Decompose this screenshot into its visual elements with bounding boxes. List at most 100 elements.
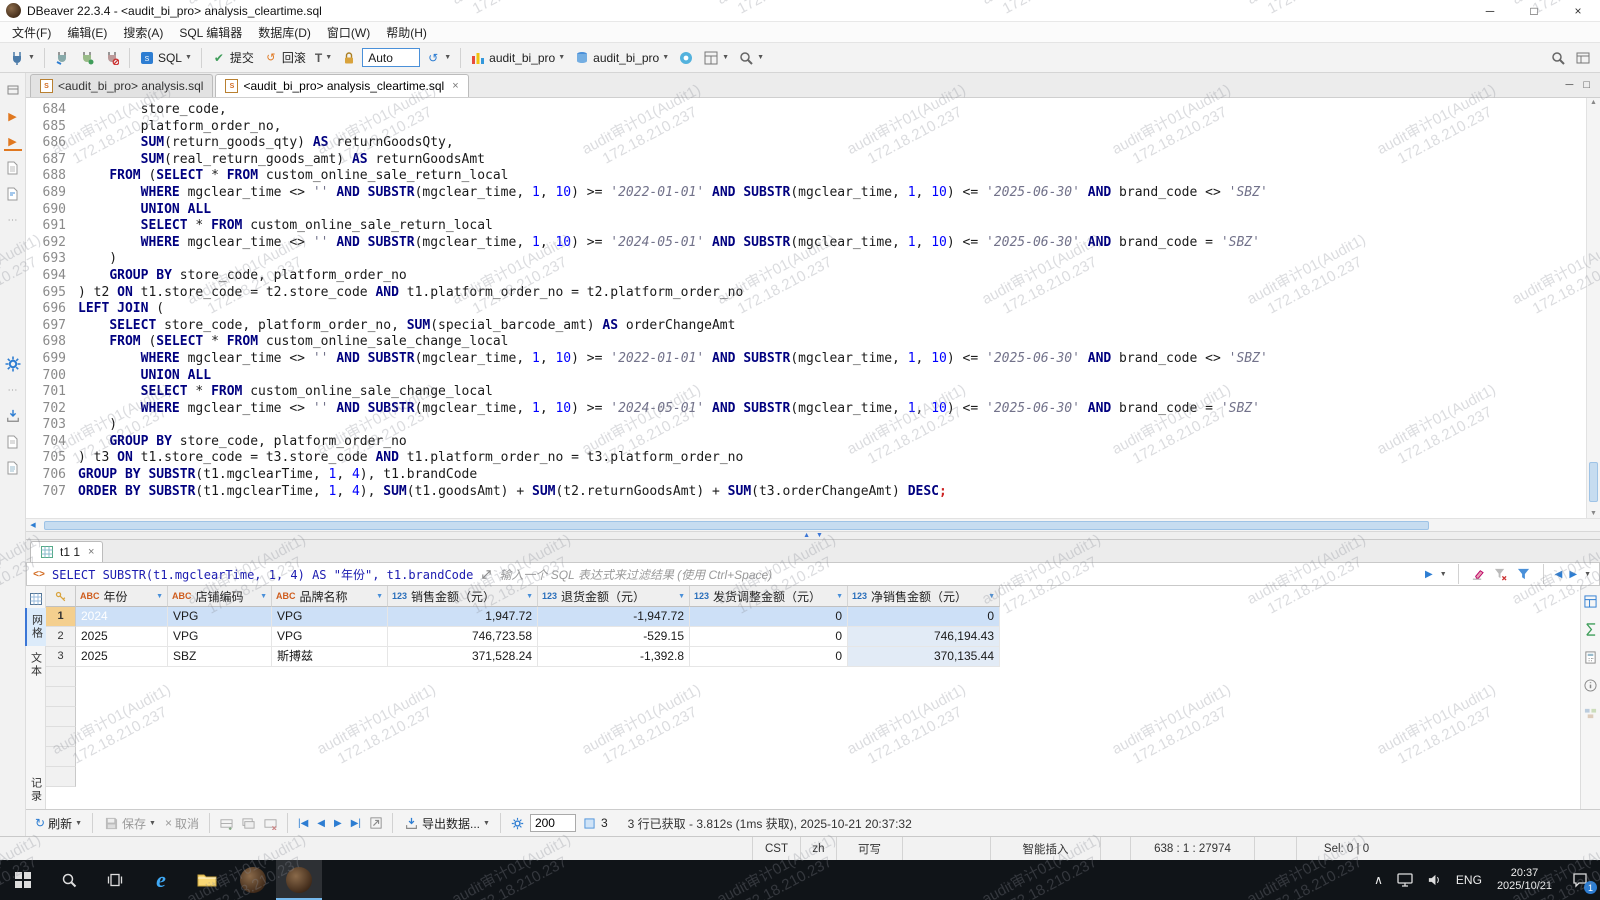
cell[interactable]: 0 bbox=[690, 627, 848, 647]
code-line[interactable]: SUM(return_goods_qty) AS returnGoodsQty, bbox=[78, 135, 1586, 152]
language-indicator[interactable]: ENG bbox=[1449, 860, 1489, 900]
more-icon[interactable]: ⋯ bbox=[4, 381, 22, 399]
close-button[interactable]: × bbox=[1556, 0, 1600, 21]
line-number[interactable]: 703 bbox=[26, 417, 78, 434]
menu-item-0[interactable]: 文件(F) bbox=[4, 22, 59, 43]
cell[interactable]: -529.15 bbox=[538, 627, 690, 647]
splitter-up-icon[interactable]: ▲ bbox=[803, 532, 810, 539]
minimize-button[interactable]: ─ bbox=[1468, 0, 1512, 21]
code-line[interactable]: UNION ALL bbox=[78, 202, 1586, 219]
column-header-1[interactable]: ABC店铺编码▼ bbox=[168, 586, 272, 607]
database-selector[interactable]: audit_bi_pro ▼ bbox=[466, 47, 569, 69]
file-explorer-icon[interactable] bbox=[184, 860, 230, 900]
line-number[interactable]: 697 bbox=[26, 318, 78, 335]
script-templates-icon[interactable] bbox=[4, 185, 22, 203]
cell[interactable]: 2025 bbox=[76, 627, 168, 647]
row-number[interactable]: 1 bbox=[46, 607, 76, 627]
new-connection-button[interactable]: ▼ bbox=[5, 47, 39, 69]
code-line[interactable]: ORDER BY SUBSTR(t1.mgclearTime, 1, 4), S… bbox=[78, 484, 1586, 501]
code-line[interactable]: SUM(real_return_goods_amt) AS returnGood… bbox=[78, 152, 1586, 169]
cell[interactable]: 746,723.58 bbox=[388, 627, 538, 647]
cell[interactable]: 1,947.72 bbox=[388, 607, 538, 627]
line-number[interactable]: 685 bbox=[26, 119, 78, 136]
code-line[interactable]: GROUP BY SUBSTR(t1.mgclearTime, 1, 4), t… bbox=[78, 467, 1586, 484]
vertical-scroll-thumb[interactable] bbox=[1589, 462, 1598, 502]
quick-search-button[interactable] bbox=[1546, 47, 1570, 69]
start-button[interactable] bbox=[0, 860, 46, 900]
task-view-icon[interactable] bbox=[92, 860, 138, 900]
record-mode-toggle[interactable]: 记录 bbox=[26, 771, 46, 809]
row-number[interactable]: 2 bbox=[46, 627, 76, 647]
dbeaver-taskbar-icon[interactable] bbox=[230, 860, 276, 900]
perspective-button[interactable] bbox=[1571, 47, 1595, 69]
code-line[interactable]: GROUP BY store_code, platform_order_no bbox=[78, 434, 1586, 451]
line-number[interactable]: 684 bbox=[26, 102, 78, 119]
expand-filter-icon[interactable] bbox=[478, 566, 494, 582]
cell[interactable]: 0 bbox=[690, 607, 848, 627]
explain-plan-icon[interactable] bbox=[4, 159, 22, 177]
line-number[interactable]: 707 bbox=[26, 484, 78, 501]
more-icon[interactable]: ⋯ bbox=[4, 211, 22, 229]
line-number[interactable]: 686 bbox=[26, 135, 78, 152]
filter-sql-text[interactable]: SELECT SUBSTR(t1.mgclearTime, 1, 4) AS "… bbox=[52, 566, 473, 583]
line-number[interactable]: 700 bbox=[26, 368, 78, 385]
grouping-panel-icon[interactable] bbox=[1582, 704, 1600, 722]
menu-item-5[interactable]: 窗口(W) bbox=[319, 22, 378, 43]
line-number[interactable]: 690 bbox=[26, 202, 78, 219]
results-tab-close-icon[interactable]: × bbox=[88, 546, 94, 558]
line-number[interactable]: 696 bbox=[26, 301, 78, 318]
code-line[interactable]: ) bbox=[78, 417, 1586, 434]
column-dropdown-icon[interactable]: ▼ bbox=[260, 593, 267, 600]
delete-row-icon[interactable] bbox=[261, 815, 280, 832]
line-number[interactable]: 706 bbox=[26, 467, 78, 484]
filters-menu-icon[interactable] bbox=[1516, 566, 1532, 582]
line-number[interactable]: 691 bbox=[26, 218, 78, 235]
code-line[interactable]: SELECT store_code, platform_order_no, SU… bbox=[78, 318, 1586, 335]
line-number[interactable]: 695 bbox=[26, 285, 78, 302]
code-line[interactable]: WHERE mgclear_time <> '' AND SUBSTR(mgcl… bbox=[78, 401, 1586, 418]
splitter-down-icon[interactable]: ▼ bbox=[816, 532, 823, 539]
first-row-button[interactable]: |◀ bbox=[295, 818, 311, 829]
code-line[interactable]: FROM (SELECT * FROM custom_online_sale_c… bbox=[78, 334, 1586, 351]
add-row-icon[interactable] bbox=[217, 815, 236, 832]
code-line[interactable]: platform_order_no, bbox=[78, 119, 1586, 136]
code-line[interactable]: UNION ALL bbox=[78, 368, 1586, 385]
code-line[interactable]: LEFT JOIN ( bbox=[78, 301, 1586, 318]
code-line[interactable]: GROUP BY store_code, platform_order_no bbox=[78, 268, 1586, 285]
filter-back-icon[interactable]: ◀ bbox=[1555, 569, 1563, 580]
cell[interactable]: 746,194.43 bbox=[848, 627, 1000, 647]
previous-row-button[interactable]: ◀ bbox=[314, 818, 328, 829]
column-header-5[interactable]: 123发货调整金额（元）▼ bbox=[690, 586, 848, 607]
cell[interactable]: VPG bbox=[272, 607, 388, 627]
clock[interactable]: 20:37 2025/10/21 bbox=[1489, 867, 1560, 893]
schema-selector[interactable]: audit_bi_pro ▼ bbox=[570, 47, 673, 69]
collapse-panel-icon[interactable] bbox=[4, 81, 22, 99]
volume-icon[interactable] bbox=[1420, 860, 1449, 900]
line-number[interactable]: 688 bbox=[26, 168, 78, 185]
layout-button[interactable]: ▼ bbox=[699, 47, 733, 69]
code-line[interactable]: ) t3 ON t1.store_code = t3.store_code AN… bbox=[78, 450, 1586, 467]
export-result-icon[interactable] bbox=[4, 407, 22, 425]
column-dropdown-icon[interactable]: ▼ bbox=[678, 593, 685, 600]
cancel-button[interactable]: × 取消 bbox=[162, 813, 202, 834]
aggregate-panel-icon[interactable] bbox=[1582, 620, 1600, 638]
presentation-tab-text[interactable]: 文本 bbox=[26, 646, 46, 684]
cell[interactable]: -1,392.8 bbox=[538, 647, 690, 667]
open-connection-button[interactable] bbox=[50, 47, 74, 69]
scroll-up-icon[interactable]: ▲ bbox=[1587, 99, 1600, 106]
code-line[interactable]: WHERE mgclear_time <> '' AND SUBSTR(mgcl… bbox=[78, 351, 1586, 368]
line-number[interactable]: 689 bbox=[26, 185, 78, 202]
menu-item-1[interactable]: 编辑(E) bbox=[59, 22, 115, 43]
export-data-button[interactable]: 导出数据... ▼ bbox=[400, 813, 493, 834]
code-line[interactable]: SELECT * FROM custom_online_sale_change_… bbox=[78, 384, 1586, 401]
cell[interactable]: 2024 bbox=[76, 607, 168, 627]
cell[interactable]: 斯搏兹 bbox=[272, 647, 388, 667]
navigator-sync-button[interactable] bbox=[674, 47, 698, 69]
search-menu-button[interactable]: ▼ bbox=[734, 47, 768, 69]
commit-mode-combo[interactable]: Auto bbox=[362, 48, 420, 67]
horizontal-scroll-thumb[interactable] bbox=[44, 521, 1429, 530]
code-line[interactable]: FROM (SELECT * FROM custom_online_sale_r… bbox=[78, 168, 1586, 185]
column-dropdown-icon[interactable]: ▼ bbox=[836, 593, 843, 600]
grid-corner-cell[interactable] bbox=[46, 586, 76, 607]
execute-statement-icon[interactable]: ▶ bbox=[4, 107, 22, 125]
